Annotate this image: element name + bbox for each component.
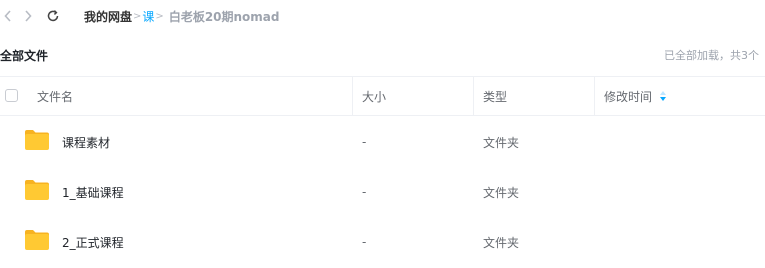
breadcrumb-parent[interactable]: 课 (142, 8, 154, 25)
column-divider[interactable] (473, 77, 474, 115)
file-name[interactable]: 课程素材 (62, 117, 110, 167)
column-header-modified-label: 修改时间 (604, 89, 653, 104)
column-divider[interactable] (352, 77, 353, 115)
refresh-icon (47, 10, 59, 22)
back-button[interactable] (0, 8, 16, 24)
file-type: 文件夹 (483, 135, 520, 150)
top-navigation-bar: 我的网盘 > 课 > 白老板20期nomad (0, 0, 765, 32)
breadcrumb-separator: > (133, 10, 142, 22)
table-row[interactable]: 课程素材 - 文件夹 (0, 117, 765, 167)
section-header: 全部文件 已全部加载，共3个 (0, 42, 765, 66)
folder-icon (25, 130, 49, 150)
folder-icon (25, 180, 49, 200)
folder-icon (25, 230, 49, 250)
sort-icon[interactable] (660, 91, 667, 101)
file-type: 文件夹 (483, 235, 520, 250)
chevron-right-icon (25, 10, 32, 22)
column-header-name[interactable]: 文件名 (37, 77, 73, 115)
breadcrumb-root[interactable]: 我的网盘 (84, 8, 132, 25)
refresh-button[interactable] (45, 8, 61, 24)
column-divider[interactable] (594, 77, 595, 115)
table-header: 文件名 大小 类型 修改时间 (0, 76, 765, 116)
table-row[interactable]: 1_基础课程 - 文件夹 (0, 167, 765, 217)
select-all-checkbox[interactable] (5, 89, 18, 102)
file-size: - (362, 235, 367, 249)
column-header-type[interactable]: 类型 (483, 77, 507, 115)
column-header-modified[interactable]: 修改时间 (604, 77, 667, 115)
file-name[interactable]: 1_基础课程 (62, 167, 124, 217)
table-row[interactable]: 2_正式课程 - 文件夹 (0, 217, 765, 267)
file-size: - (362, 185, 367, 199)
file-name[interactable]: 2_正式课程 (62, 217, 124, 267)
breadcrumb: 我的网盘 > 课 > 白老板20期nomad (84, 8, 280, 24)
breadcrumb-current: 白老板20期nomad (168, 9, 280, 24)
file-type: 文件夹 (483, 185, 520, 200)
page-title: 全部文件 (0, 49, 49, 63)
file-size: - (362, 135, 367, 149)
breadcrumb-separator: > (155, 10, 164, 22)
load-status-text: 已全部加载，共3个 (664, 49, 759, 62)
sort-arrows-icon (660, 91, 667, 101)
forward-button[interactable] (20, 8, 36, 24)
column-header-size[interactable]: 大小 (362, 77, 386, 115)
chevron-left-icon (4, 10, 11, 22)
